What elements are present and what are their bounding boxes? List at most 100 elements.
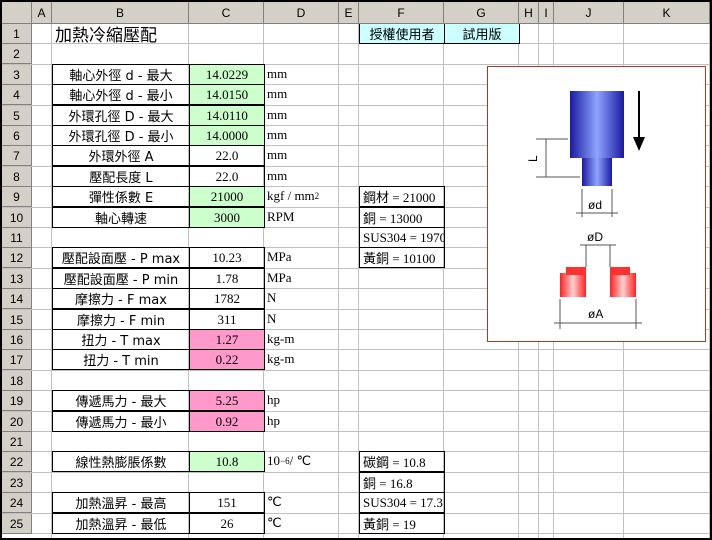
row-header[interactable]: 24 (2, 493, 32, 513)
result-label: 扭力 - T min (52, 349, 190, 370)
shaft-body (570, 91, 624, 158)
column-header[interactable]: D (264, 2, 339, 24)
column-header[interactable]: C (189, 2, 264, 24)
trial-button[interactable]: 試用版 (444, 23, 520, 44)
expansion-reference: 黃銅 = 19 (359, 513, 445, 534)
column-header[interactable]: B (52, 2, 189, 24)
row-header[interactable]: 25 (2, 514, 32, 534)
modulus-reference: SUS304 = 19700 (359, 227, 445, 248)
row-header[interactable]: 3 (2, 65, 32, 85)
row-header[interactable]: 7 (2, 146, 32, 166)
power-label: 傳遞馬力 - 最大 (52, 390, 190, 411)
param-label: 軸心外徑 d - 最大 (52, 64, 190, 85)
row-header[interactable]: 5 (2, 106, 32, 126)
sheet-title: 加熱冷縮壓配 (55, 25, 157, 44)
shrink-fit-diagram: L ød øD øA (487, 66, 706, 342)
result-label: 摩擦力 - F max (52, 288, 190, 309)
row-header[interactable]: 10 (2, 208, 32, 228)
label-L: L (526, 155, 540, 162)
power-unit: hp (267, 413, 280, 428)
param-unit: mm (267, 66, 288, 81)
row-header[interactable]: 15 (2, 310, 32, 330)
modulus-reference: 銅 = 13000 (359, 207, 445, 228)
result-value: 1.27 (189, 329, 265, 350)
expansion-value[interactable]: 10.8 (189, 451, 265, 472)
param-value[interactable]: 14.0150 (189, 84, 265, 105)
unit-exp: −6 (280, 456, 290, 466)
power-label: 傳遞馬力 - 最小 (52, 411, 190, 432)
column-header[interactable]: A (32, 2, 52, 24)
unit-main: kgf / mm (267, 188, 315, 203)
column-header[interactable]: E (339, 2, 359, 24)
param-label: 壓配長度 L (52, 166, 190, 187)
row-header[interactable]: 18 (2, 371, 32, 391)
spreadsheet[interactable]: 加熱冷縮壓配 授權使用者 試用版 軸心外徑 d - 最大 14.0229 mm 軸心外徑 d… (2, 2, 710, 538)
temp-value: 26 (189, 513, 265, 534)
shaft-end (582, 158, 612, 186)
param-value[interactable]: 14.0110 (189, 105, 265, 126)
row-header[interactable]: 20 (2, 412, 32, 432)
param-value[interactable]: 21000 (189, 186, 265, 207)
temp-label: 加熱溫昇 - 最低 (52, 513, 190, 534)
column-header[interactable]: J (554, 2, 624, 24)
row-header[interactable]: 4 (2, 85, 32, 105)
row-header[interactable]: 2 (2, 44, 32, 64)
row-header[interactable]: 6 (2, 126, 32, 146)
row-header[interactable]: 9 (2, 187, 32, 207)
authorized-user-button[interactable]: 授權使用者 (359, 23, 445, 44)
result-unit: MPa (267, 249, 292, 264)
result-label: 扭力 - T max (52, 329, 190, 350)
temp-label: 加熱溫昇 - 最高 (52, 492, 190, 513)
param-value[interactable]: 3000 (189, 207, 265, 228)
unit-base: 10 (267, 453, 280, 468)
param-value[interactable]: 22.0 (189, 145, 265, 166)
column-header[interactable]: H (519, 2, 539, 24)
unit-post: / ℃ (289, 453, 312, 468)
row-header[interactable]: 11 (2, 228, 32, 248)
result-label: 壓配設面壓 - P max (52, 247, 190, 268)
row-header[interactable]: 23 (2, 473, 32, 493)
param-unit: mm (267, 107, 288, 122)
result-unit: N (267, 311, 277, 326)
param-unit: kgf / mm 2 (264, 186, 339, 206)
row-header[interactable]: 12 (2, 248, 32, 268)
result-unit: kg-m (267, 331, 295, 346)
result-label: 摩擦力 - F min (52, 309, 190, 330)
power-value: 5.25 (189, 390, 265, 411)
row-header[interactable]: 8 (2, 167, 32, 187)
column-header[interactable]: G (444, 2, 519, 24)
row-header[interactable]: 16 (2, 330, 32, 350)
param-unit: RPM (267, 209, 295, 224)
param-value[interactable]: 14.0229 (189, 64, 265, 85)
param-label: 外環孔徑 D - 最小 (52, 125, 190, 146)
result-value: 1.78 (189, 268, 265, 289)
result-value: 1782 (189, 288, 265, 309)
row-header[interactable]: 14 (2, 289, 32, 309)
result-unit: N (267, 290, 277, 305)
param-label: 外環孔徑 D - 最大 (52, 105, 190, 126)
select-all-corner[interactable] (2, 2, 32, 24)
result-unit: MPa (267, 270, 292, 285)
row-header[interactable]: 13 (2, 269, 32, 289)
row-header[interactable]: 19 (2, 391, 32, 411)
param-value[interactable]: 22.0 (189, 166, 265, 187)
result-value: 0.22 (189, 349, 265, 370)
param-value[interactable]: 14.0000 (189, 125, 265, 146)
param-label: 彈性係數 E (52, 186, 190, 207)
column-header[interactable]: F (359, 2, 444, 24)
param-label: 軸心外徑 d - 最小 (52, 84, 190, 105)
row-header[interactable]: 17 (2, 350, 32, 370)
column-header[interactable]: I (539, 2, 554, 24)
expansion-reference: SUS304 = 17.3 (359, 492, 445, 513)
row-header[interactable]: 22 (2, 452, 32, 472)
row-header[interactable]: 1 (2, 24, 32, 44)
row-header[interactable]: 21 (2, 432, 32, 452)
result-label: 壓配設面壓 - P min (52, 268, 190, 289)
expansion-reference: 銅 = 16.8 (359, 472, 445, 493)
temp-unit: ℃ (267, 494, 282, 509)
unit-sup: 2 (314, 191, 320, 201)
param-unit: mm (267, 127, 288, 142)
result-value: 10.23 (189, 247, 265, 268)
column-header[interactable]: K (624, 2, 710, 24)
param-unit: mm (267, 168, 288, 183)
